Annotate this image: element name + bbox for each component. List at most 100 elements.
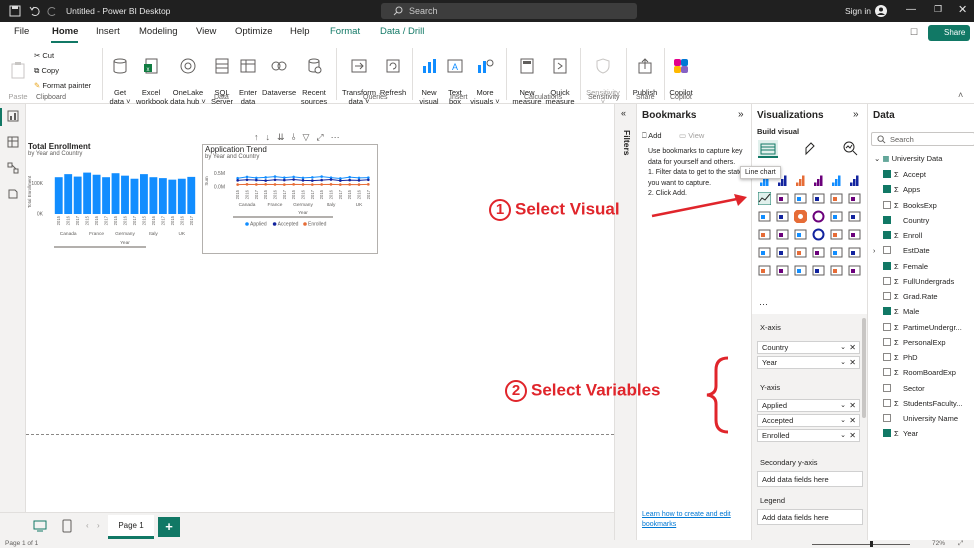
- field-checkbox[interactable]: [883, 353, 891, 362]
- map-icon[interactable]: [848, 210, 861, 223]
- remove-icon[interactable]: ✕: [849, 357, 856, 369]
- fit-to-page-icon[interactable]: ⤢: [958, 540, 963, 548]
- donut-icon[interactable]: [812, 210, 825, 223]
- field-checkbox[interactable]: [883, 276, 891, 285]
- field-checkbox[interactable]: [883, 170, 891, 179]
- mobile-layout-icon[interactable]: [62, 519, 72, 533]
- format-painter-button[interactable]: ✎ Format painter: [34, 78, 91, 93]
- field-checkbox[interactable]: [883, 200, 891, 209]
- data-field-row[interactable]: Σ Female: [873, 259, 974, 274]
- stacked-area-icon[interactable]: [794, 192, 807, 205]
- funnel-icon[interactable]: [758, 210, 771, 223]
- learn-bookmarks-link[interactable]: Learn how to create and edit bookmarks: [642, 510, 750, 530]
- key-influencers-icon[interactable]: [776, 246, 789, 259]
- excel-workbook-button[interactable]: x Excel workbook: [136, 48, 168, 106]
- refresh-button[interactable]: Refresh: [378, 48, 408, 97]
- minimize-icon[interactable]: —: [906, 4, 916, 15]
- format-visual-icon[interactable]: [802, 140, 818, 156]
- data-field-row[interactable]: Sector: [873, 381, 974, 396]
- paginated-report-icon[interactable]: [830, 246, 843, 259]
- field-checkbox[interactable]: [883, 261, 891, 270]
- chevron-down-icon[interactable]: ⌄: [840, 342, 846, 354]
- copy-button[interactable]: ⧉ Copy: [34, 63, 91, 78]
- power-apps-icon[interactable]: [830, 264, 843, 277]
- analytics-icon[interactable]: [842, 140, 858, 156]
- data-field-row[interactable]: Σ PhD: [873, 350, 974, 365]
- data-field-row[interactable]: Σ Grad.Rate: [873, 289, 974, 304]
- shape-map-icon[interactable]: [776, 228, 789, 241]
- zoom-slider[interactable]: [812, 544, 910, 545]
- data-field-row[interactable]: Σ StudentsFaculty...: [873, 396, 974, 411]
- field-checkbox[interactable]: [883, 368, 891, 377]
- field-checkbox[interactable]: [883, 383, 891, 392]
- restore-icon[interactable]: ❐: [934, 4, 942, 15]
- line-column-icon[interactable]: [812, 192, 825, 205]
- legend-drop-zone[interactable]: Add data fields here: [757, 509, 863, 525]
- table-university-data[interactable]: ⌄ ▦ University Data: [874, 154, 942, 163]
- data-field-row[interactable]: › EstDate: [873, 243, 974, 258]
- data-field-row[interactable]: University Name: [873, 411, 974, 426]
- tab-data-drill[interactable]: Data / Drill: [380, 26, 424, 37]
- data-field-row[interactable]: Σ Accept: [873, 167, 974, 182]
- total-enrollment-visual[interactable]: Total Enrollment by Year and Country 100…: [26, 142, 202, 252]
- drill-up-icon[interactable]: ↑: [254, 132, 266, 142]
- undo-icon[interactable]: [28, 4, 42, 18]
- field-checkbox[interactable]: [883, 307, 891, 316]
- chevron-down-icon[interactable]: ⌄: [874, 154, 880, 163]
- data-field-row[interactable]: Country: [873, 213, 974, 228]
- comment-icon[interactable]: ☐: [910, 27, 918, 38]
- tab-modeling[interactable]: Modeling: [139, 26, 178, 37]
- data-search-input[interactable]: Search: [871, 132, 974, 146]
- close-icon[interactable]: ✕: [958, 3, 967, 16]
- search-input[interactable]: Search: [381, 3, 637, 19]
- sign-in-link[interactable]: Sign in: [845, 6, 871, 16]
- report-view-icon[interactable]: [7, 110, 19, 122]
- expand-filters-icon[interactable]: «: [621, 108, 626, 118]
- tab-home[interactable]: Home: [52, 26, 78, 37]
- pane-scrollbar[interactable]: [862, 318, 866, 418]
- table-view-icon[interactable]: [7, 136, 19, 148]
- qa-icon[interactable]: [812, 246, 825, 259]
- data-field-row[interactable]: Σ BooksExp: [873, 198, 974, 213]
- card-icon[interactable]: [830, 228, 843, 241]
- tab-file[interactable]: File: [14, 26, 29, 37]
- more-visuals-button[interactable]: More visuals ˅: [469, 48, 501, 106]
- 100-column-icon[interactable]: [848, 174, 861, 187]
- copilot-button[interactable]: Copilot: [666, 48, 696, 97]
- field-checkbox[interactable]: [883, 292, 891, 301]
- tab-view[interactable]: View: [196, 26, 216, 37]
- add-page-button[interactable]: +: [158, 517, 180, 537]
- gauge-icon[interactable]: [812, 228, 825, 241]
- tab-optimize[interactable]: Optimize: [235, 26, 272, 37]
- filters-pane-collapsed[interactable]: « Filters: [614, 104, 636, 540]
- secondary-y-drop-zone[interactable]: Add data fields here: [757, 471, 863, 487]
- application-trend-visual[interactable]: Application Trend by Year and Country 0.…: [202, 144, 378, 254]
- y-field-enrolled[interactable]: Enrolled ⌄ ✕: [757, 429, 860, 442]
- model-view-icon[interactable]: [7, 162, 19, 174]
- zoom-slider-thumb[interactable]: [870, 541, 873, 547]
- report-canvas[interactable]: Total Enrollment by Year and Country 100…: [26, 104, 614, 512]
- field-checkbox[interactable]: [883, 414, 891, 423]
- remove-icon[interactable]: ✕: [849, 342, 856, 354]
- data-field-row[interactable]: Σ PartimeUndergr...: [873, 320, 974, 335]
- account-icon[interactable]: [874, 4, 888, 18]
- get-data-button[interactable]: Get data ˅: [106, 48, 134, 106]
- data-field-row[interactable]: Σ FullUndergrads: [873, 274, 974, 289]
- field-checkbox[interactable]: [883, 398, 891, 407]
- field-checkbox[interactable]: [883, 322, 891, 331]
- x-field-country[interactable]: Country ⌄ ✕: [757, 341, 860, 354]
- new-visual-button[interactable]: New visual: [416, 48, 442, 106]
- add-bookmark-button[interactable]: ⎕ Add: [642, 131, 662, 141]
- area-icon[interactable]: [776, 192, 789, 205]
- drill-down-icon[interactable]: ↓: [266, 132, 278, 142]
- data-field-row[interactable]: Σ Enroll: [873, 228, 974, 243]
- scatter-icon[interactable]: [776, 210, 789, 223]
- dax-query-icon[interactable]: [7, 188, 19, 200]
- azure-map-icon[interactable]: [794, 228, 807, 241]
- field-checkbox[interactable]: [883, 231, 891, 240]
- matrix-icon[interactable]: [794, 264, 807, 277]
- next-page-icon[interactable]: ›: [97, 521, 100, 530]
- desktop-layout-icon[interactable]: [33, 520, 47, 532]
- treemap-icon[interactable]: [830, 210, 843, 223]
- chevron-down-icon[interactable]: ⌄: [840, 357, 846, 369]
